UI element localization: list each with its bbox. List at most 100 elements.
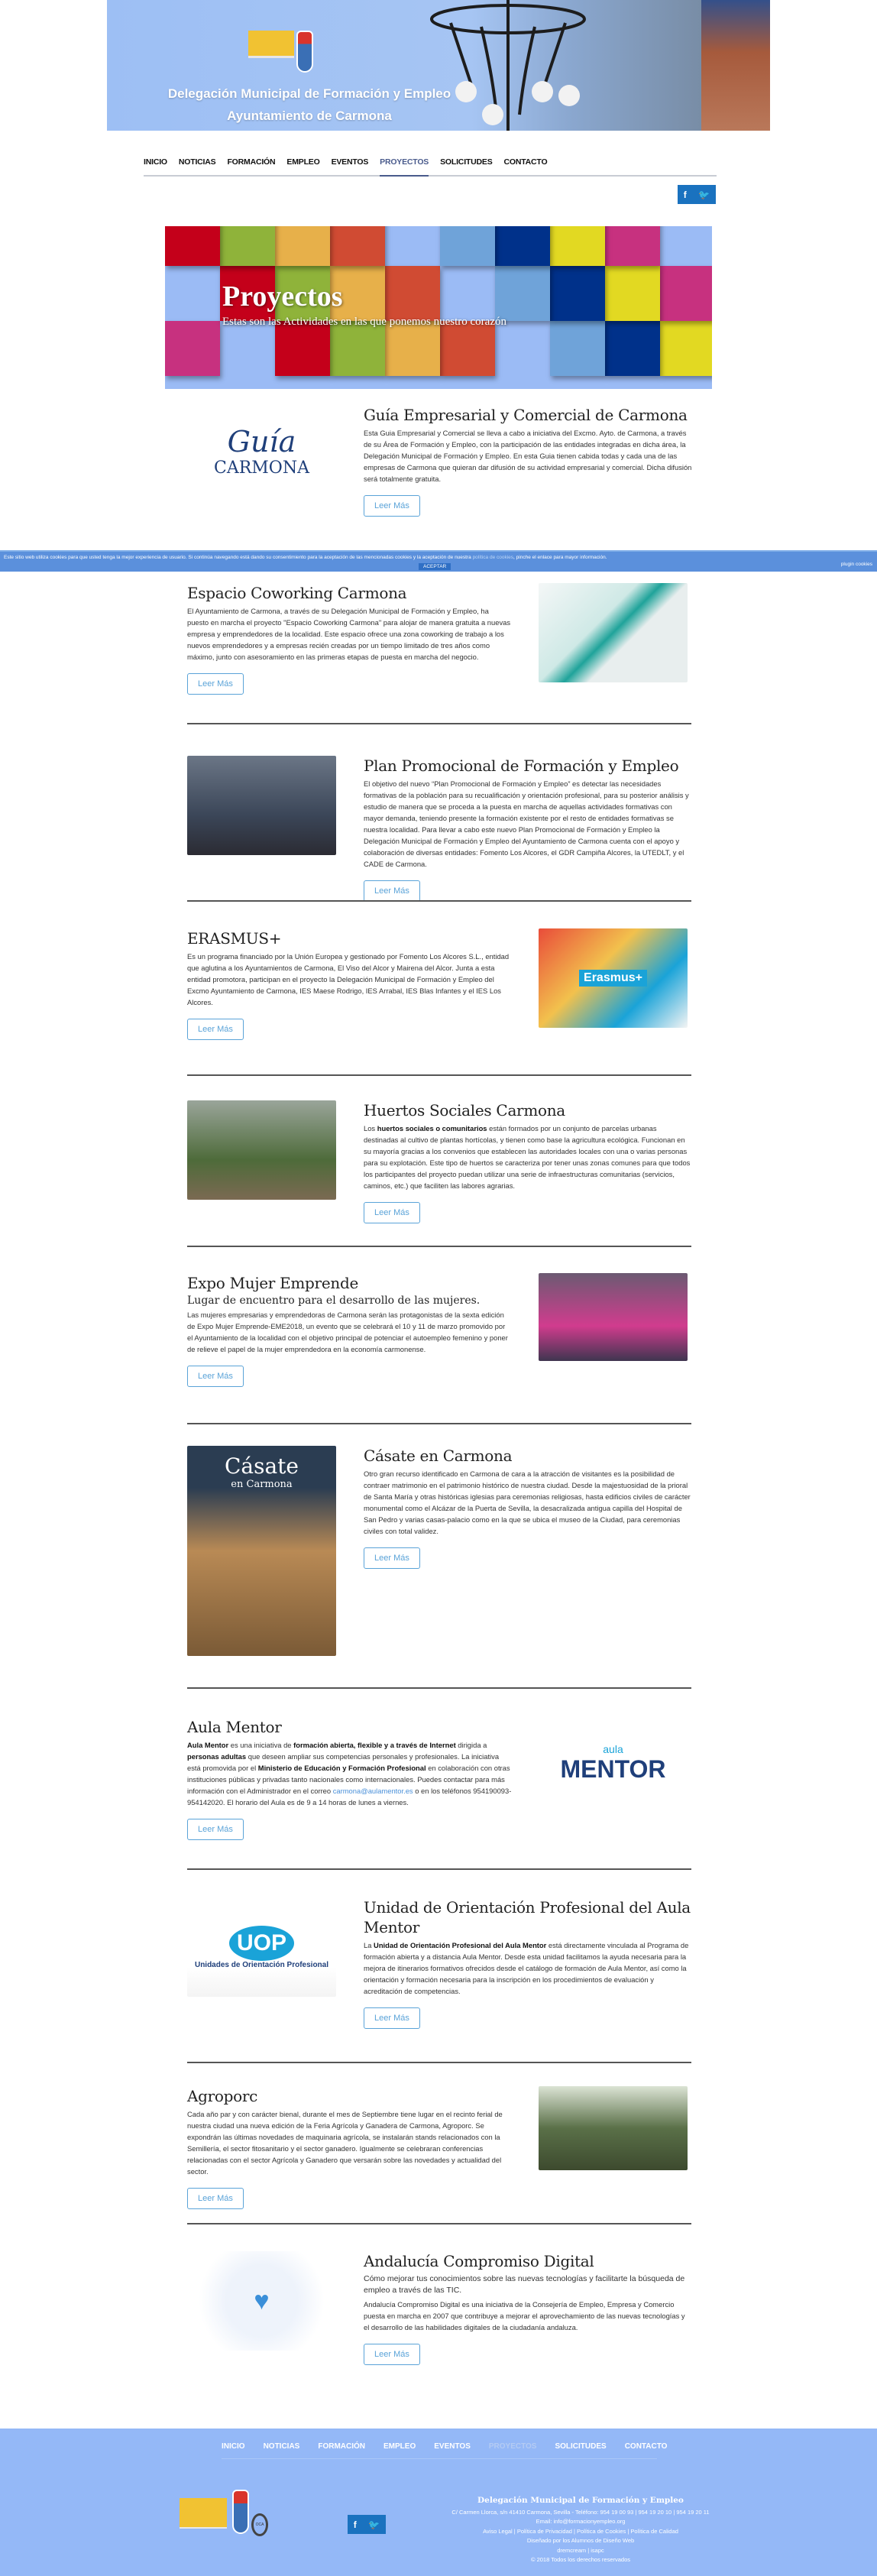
project-description: Es un programa financiado por la Unión E… [187,951,512,1008]
nav-item-formación[interactable]: FORMACIÓN [227,153,275,177]
social-buttons: f 🐦 [678,185,716,204]
section-divider [187,2223,691,2224]
footer-nav-item-empleo[interactable]: EMPLEO [383,2429,416,2458]
footer-nav-item-noticias[interactable]: NOTICIAS [264,2429,300,2458]
image-logo-text: en Carmona [231,1479,293,1490]
description-text: Unidad de Orientación Profesional del Au… [374,1941,547,1949]
image-logo-text: Guía [227,424,296,458]
puzzle-piece [330,226,385,266]
footer: INICIO NOTICIAS FORMACIÓN EMPLEO EVENTOS PROY… [0,2429,877,2576]
project-text: Huertos Sociales Carmona Los huertos soci… [364,1100,692,1223]
description-text: Es un programa financiado por la Unión E… [187,952,510,1006]
footer-email[interactable]: Email: info@formacionyempleo.org [420,2517,741,2527]
expo-mujer-image [539,1273,688,1361]
description-text: formación abierta, flexible y a través d… [293,1741,456,1749]
read-more-button[interactable]: Leer Más [187,2188,244,2209]
description-text: El objetivo del nuevo “Plan Promocional … [364,779,689,868]
footer-legal-links[interactable]: Aviso Legal | Política de Privacidad | P… [420,2527,741,2537]
project-title: Expo Mujer Emprende [187,1274,358,1292]
read-more-button[interactable]: Leer Más [187,673,244,695]
nav-item-empleo[interactable]: EMPLEO [286,153,319,177]
email-link[interactable]: carmona@aulamentor.es [333,1787,413,1795]
image-logo-text: Erasmus+ [579,970,647,987]
footer-nav-item-formación[interactable]: FORMACIÓN [318,2429,365,2458]
project-text: Cásate en Carmona Otro gran recurso ident… [364,1446,692,1569]
read-more-button[interactable]: Leer Más [187,1819,244,1840]
project-title: Guía Empresarial y Comercial de Carmona [364,406,688,424]
description-text: Otro gran recurso identificado en Carmon… [364,1469,691,1535]
project-text: Unidad de Orientación Profesional del Au… [364,1897,692,2029]
section-divider [187,723,691,724]
project-description: La Unidad de Orientación Profesional del… [364,1939,692,1997]
description-text: La [364,1941,374,1949]
heart-icon: ♥ [254,2286,270,2315]
description-text: huertos sociales o comunitarios [377,1124,487,1132]
project-title: Aula Mentor [187,1718,282,1736]
project-title: Plan Promocional de Formación y Empleo [364,757,679,775]
nav-item-inicio[interactable]: INICIO [144,153,167,177]
nav-item-proyectos[interactable]: PROYECTOS [380,153,429,177]
footer-nav-item-solicitudes[interactable]: SOLICITUDES [555,2429,606,2458]
section-divider [187,1074,691,1076]
project-text: Expo Mujer Emprende Lugar de encuentro pa… [187,1273,512,1387]
image-logo-text: Unidades de Orientación Profesional [194,1960,329,1969]
read-more-button[interactable]: Leer Más [187,1366,244,1387]
read-more-button[interactable]: Leer Más [187,1019,244,1040]
footer-nav-item-inicio[interactable]: INICIO [222,2429,245,2458]
puzzle-piece [385,321,440,376]
facebook-icon[interactable]: f [684,190,687,200]
nav-item-contacto[interactable]: CONTACTO [504,153,548,177]
project-title: Espacio Coworking Carmona [187,584,407,602]
project-description: El objetivo del nuevo “Plan Promocional … [364,778,692,870]
cookie-policy-link[interactable]: política de cookies [473,555,513,560]
project-text: Andalucía Compromiso Digital Cómo mejorar… [364,2251,692,2365]
read-more-button[interactable]: Leer Más [364,2007,420,2029]
read-more-button[interactable]: Leer Más [364,1202,420,1223]
cookie-bar: Este sitio web utiliza cookies para que … [0,550,877,572]
footer-info: Delegación Municipal de Formación y Empl… [420,2496,741,2565]
footer-designed: Diseñado por los Alumnos de Diseño Web [526,2537,635,2544]
project-text: Aula Mentor Aula Mentor es una iniciativa… [187,1717,512,1840]
project-description: Cada año par y con carácter bienal, dura… [187,2108,512,2177]
footer-nav-item-contacto[interactable]: CONTACTO [625,2429,668,2458]
nav-item-solicitudes[interactable]: SOLICITUDES [440,153,493,177]
project-description: Esta Guia Empresarial y Comercial se lle… [364,427,692,484]
read-more-button[interactable]: Leer Más [364,495,420,517]
section-divider [187,900,691,902]
footer-nav-item-eventos[interactable]: EVENTOS [434,2429,471,2458]
description-text: Cómo mejorar tus conocimientos sobre las… [364,2274,685,2295]
footer-org: Delegación Municipal de Formación y Empl… [477,2496,684,2505]
puzzle-piece [605,321,660,376]
church-tower-image [701,0,770,131]
description-text: El Ayuntamiento de Carmona, a través de … [187,607,511,661]
coat-of-arms-logo [296,31,313,73]
description-text: Aula Mentor [187,1741,229,1749]
read-more-button[interactable]: Leer Más [364,2344,420,2365]
read-more-button[interactable]: Leer Más [364,1547,420,1569]
compromiso-digital-image: ♥ [187,2251,336,2351]
nav-item-noticias[interactable]: NOTICIAS [179,153,216,177]
puzzle-piece [275,226,330,266]
project-text: Agroporc Cada año par y con carácter bien… [187,2086,512,2209]
twitter-icon[interactable]: 🐦 [368,2519,380,2530]
casate-image: Cásate en Carmona [187,1446,336,1656]
footer-nav: INICIO NOTICIAS FORMACIÓN EMPLEO EVENTOS PROY… [222,2429,667,2459]
read-more-button[interactable]: Leer Más [364,880,420,902]
project-description: Aula Mentor es una iniciativa de formaci… [187,1739,512,1808]
accept-cookies-button[interactable]: ACEPTAR [419,563,451,570]
footer-nav-item-proyectos[interactable]: PROYECTOS [489,2429,537,2458]
facebook-icon[interactable]: f [354,2519,357,2530]
description-text: personas adultas [187,1752,247,1761]
plugin-cookies-link[interactable]: plugin cookies [841,562,872,567]
agroporc-image [539,2086,688,2170]
project-description: Las mujeres empresarias y emprendedoras … [187,1309,512,1355]
puzzle-piece [550,266,605,321]
project-title: Huertos Sociales Carmona [364,1101,565,1120]
puzzle-piece [165,226,220,266]
project-text: Guía Empresarial y Comercial de Carmona E… [364,405,692,517]
footer-social-buttons: f 🐦 [348,2515,386,2534]
nav-item-eventos[interactable]: EVENTOS [332,153,369,177]
section-divider [187,1423,691,1424]
twitter-icon[interactable]: 🐦 [698,190,710,200]
footer-authors[interactable]: dremcream | isapc [420,2546,741,2556]
